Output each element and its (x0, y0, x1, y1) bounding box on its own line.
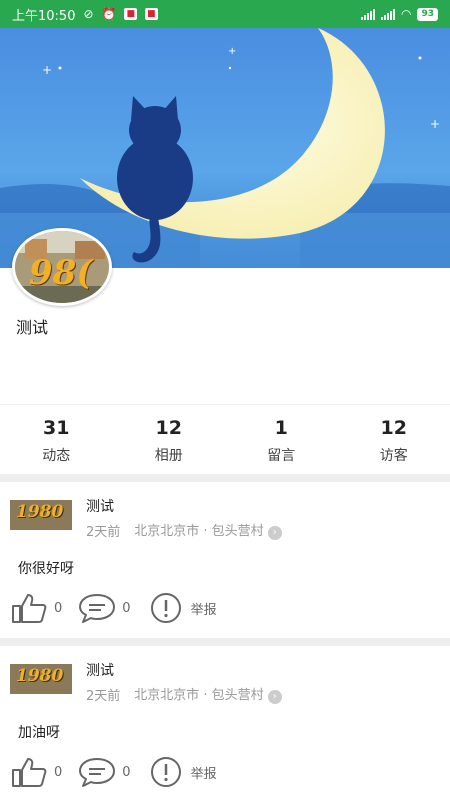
app-notification-icon-2: ■ (145, 8, 158, 20)
wifi-icon: ◠ (401, 7, 411, 21)
stat-label: 动态 (0, 445, 113, 465)
post-location-text: 北京北京市 · 包头营村 (134, 688, 263, 703)
post-location-text: 北京北京市 · 包头营村 (134, 524, 263, 539)
stat-albums[interactable]: 12 相册 (113, 405, 226, 474)
stat-label: 留言 (225, 445, 338, 465)
post-content: 加油呀 (18, 722, 60, 742)
battery-icon: 93 (417, 8, 438, 21)
post-author[interactable]: 测试 (86, 660, 114, 680)
post-thumb-text: 1980 (16, 666, 63, 686)
thumbs-up-icon (10, 592, 48, 624)
post-time: 2天前 (86, 685, 120, 704)
post-author-avatar[interactable]: 1980 (10, 500, 72, 530)
comment-icon (78, 592, 116, 624)
alert-icon (147, 756, 185, 788)
post-thumb-text: 1980 (16, 502, 63, 522)
stat-value: 31 (0, 417, 113, 439)
stat-value: 12 (338, 417, 450, 439)
avatar-text: 98( (29, 253, 92, 293)
chevron-right-icon: › (268, 690, 282, 704)
post-meta: 2天前 北京北京市 · 包头营村 › (86, 684, 282, 704)
comment-icon (78, 756, 116, 788)
thumbs-up-icon (10, 756, 48, 788)
post-content: 你很好呀 (18, 558, 74, 578)
post-time: 2天前 (86, 521, 120, 540)
post-actions: 0 0 举报 (10, 756, 233, 788)
status-bar: 上午10:50 ⊘ ⏰ ■ ■ ◠ 93 (0, 0, 450, 28)
comment-count: 0 (122, 601, 130, 616)
sync-off-icon: ⊘ (83, 7, 93, 21)
comment-count: 0 (122, 765, 130, 780)
app-notification-icon: ■ (124, 8, 137, 20)
alarm-icon: ⏰ (102, 7, 117, 21)
like-count: 0 (54, 601, 62, 616)
signal-icon-2 (381, 9, 395, 20)
stat-messages[interactable]: 1 留言 (225, 405, 338, 474)
report-button[interactable]: 举报 (147, 592, 217, 624)
post-meta: 2天前 北京北京市 · 包头营村 › (86, 520, 282, 540)
stat-posts[interactable]: 31 动态 (0, 405, 113, 474)
post-author-avatar[interactable]: 1980 (10, 664, 72, 694)
svg-text:+: + (430, 117, 440, 131)
stat-value: 12 (113, 417, 226, 439)
post-location[interactable]: 北京北京市 · 包头营村 › (134, 520, 281, 540)
post-actions: 0 0 举报 (10, 592, 233, 624)
status-time: 上午10:50 (12, 5, 75, 24)
report-label: 举报 (191, 763, 217, 782)
report-label: 举报 (191, 599, 217, 618)
like-button[interactable]: 0 (10, 592, 62, 624)
report-button[interactable]: 举报 (147, 756, 217, 788)
feed-post: 1980 测试 2天前 北京北京市 · 包头营村 › 加油呀 0 0 (0, 646, 450, 802)
comment-button[interactable]: 0 (78, 592, 130, 624)
stat-value: 1 (225, 417, 338, 439)
chevron-right-icon: › (268, 526, 282, 540)
section-divider (0, 474, 450, 482)
alert-icon (147, 592, 185, 624)
like-button[interactable]: 0 (10, 756, 62, 788)
section-divider (0, 638, 450, 646)
comment-button[interactable]: 0 (78, 756, 130, 788)
like-count: 0 (54, 765, 62, 780)
feed-post: 1980 测试 2天前 北京北京市 · 包头营村 › 你很好呀 0 0 (0, 482, 450, 638)
post-location[interactable]: 北京北京市 · 包头营村 › (134, 684, 281, 704)
signal-icon (361, 9, 375, 20)
post-author[interactable]: 测试 (86, 496, 114, 516)
profile-stats: 31 动态 12 相册 1 留言 12 访客 (0, 404, 450, 474)
svg-text:+: + (228, 46, 236, 57)
stat-label: 相册 (113, 445, 226, 465)
stat-visitors[interactable]: 12 访客 (338, 405, 450, 474)
stat-label: 访客 (338, 445, 450, 465)
svg-text:+: + (42, 63, 52, 77)
profile-username: 测试 (16, 314, 48, 338)
avatar[interactable]: 98( (12, 228, 112, 306)
